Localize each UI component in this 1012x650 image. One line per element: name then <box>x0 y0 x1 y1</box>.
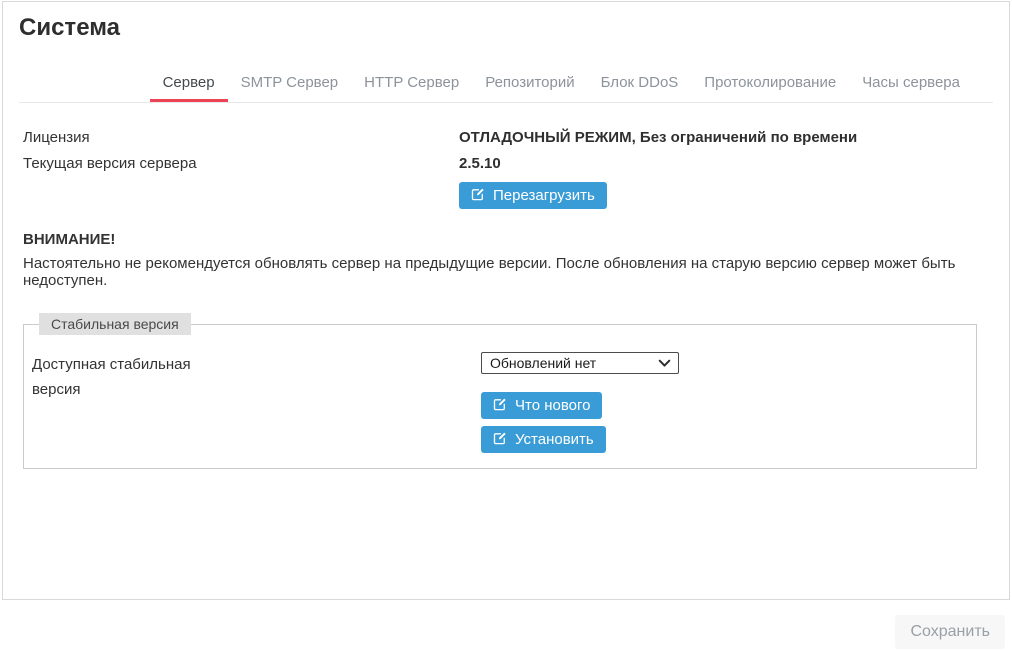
save-button[interactable]: Сохранить <box>895 615 1005 649</box>
tab-http-server[interactable]: HTTP Сервер <box>351 73 472 102</box>
tab-smtp-server[interactable]: SMTP Сервер <box>228 73 352 102</box>
license-label: Лицензия <box>23 129 459 146</box>
stable-version-row: Доступная стабильная версия Обновлений н… <box>32 352 968 453</box>
edit-icon <box>493 397 507 415</box>
license-value: ОТЛАДОЧНЫЙ РЕЖИМ, Без ограничений по вре… <box>459 129 857 146</box>
footer-bar: Сохранить <box>0 600 1012 650</box>
restart-button[interactable]: Перезагрузить <box>459 182 607 209</box>
server-info-section: Лицензия ОТЛАДОЧНЫЙ РЕЖИМ, Без ограничен… <box>19 129 993 209</box>
license-row: Лицензия ОТЛАДОЧНЫЙ РЕЖИМ, Без ограничен… <box>23 129 993 155</box>
tab-server-clock[interactable]: Часы сервера <box>849 73 973 102</box>
warning-block: ВНИМАНИЕ! Настоятельно не рекомендуется … <box>19 231 993 289</box>
tab-repository[interactable]: Репозиторий <box>472 73 587 102</box>
current-version-value: 2.5.10 <box>459 155 501 172</box>
chevron-down-icon <box>658 359 671 368</box>
stable-version-legend: Стабильная версия <box>39 313 191 335</box>
tab-logging[interactable]: Протоколирование <box>691 73 849 102</box>
version-row: Текущая версия сервера 2.5.10 <box>23 155 993 181</box>
current-version-label: Текущая версия сервера <box>23 155 459 172</box>
stable-version-select-value: Обновлений нет <box>490 355 596 371</box>
edit-icon <box>471 187 485 205</box>
whats-new-button[interactable]: Что нового <box>481 392 602 419</box>
system-settings-card: Система Сервер SMTP Сервер HTTP Сервер Р… <box>2 1 1010 600</box>
stable-version-select[interactable]: Обновлений нет <box>481 352 679 374</box>
warning-title: ВНИМАНИЕ! <box>23 231 993 248</box>
tab-bar: Сервер SMTP Сервер HTTP Сервер Репозитор… <box>19 73 993 103</box>
restart-row: Перезагрузить <box>23 182 993 209</box>
edit-icon <box>493 431 507 449</box>
page-title: Система <box>19 13 993 43</box>
stable-version-fieldset: Стабильная версия Доступная стабильная в… <box>23 313 977 469</box>
tab-ddos-block[interactable]: Блок DDoS <box>588 73 692 102</box>
warning-text: Настоятельно не рекомендуется обновлять … <box>23 255 993 289</box>
tab-server[interactable]: Сервер <box>150 73 228 102</box>
install-button[interactable]: Установить <box>481 426 606 453</box>
available-stable-version-label: Доступная стабильная версия <box>32 352 481 453</box>
